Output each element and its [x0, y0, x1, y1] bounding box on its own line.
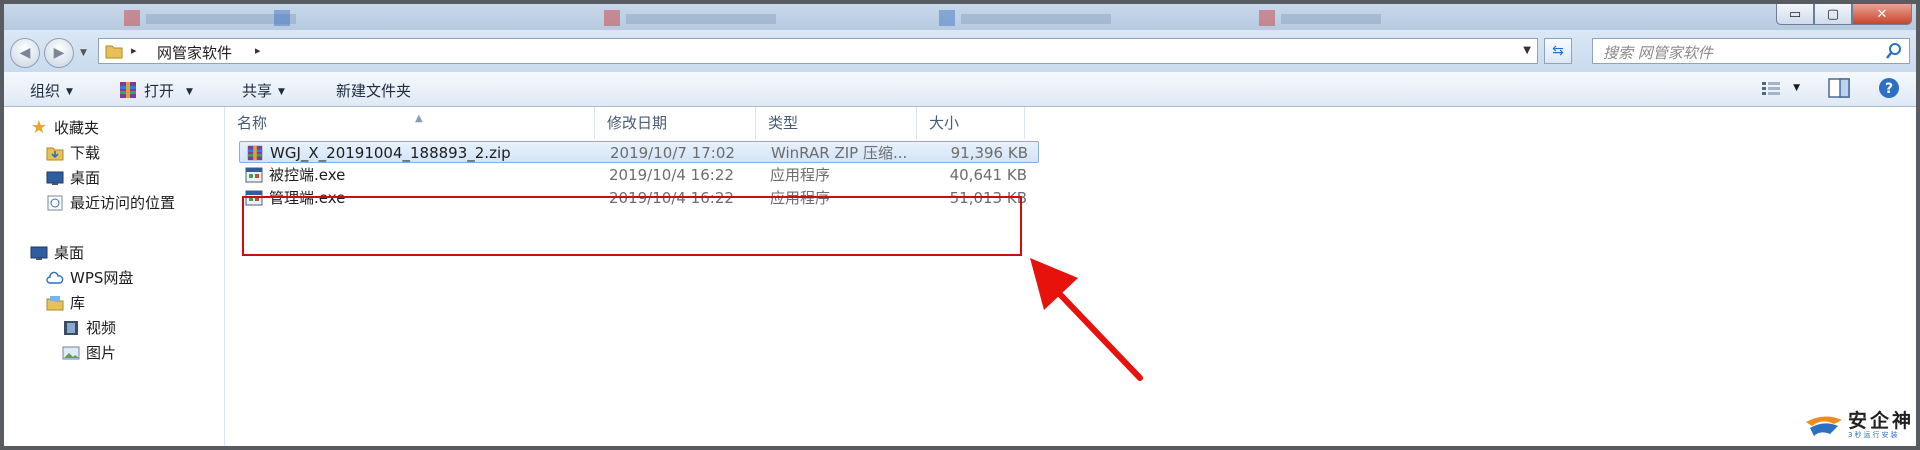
explorer-window: ▭ ▢ ✕ ◀ ▶ ▼ ▸ 网管家软件 ▸ ▼ ⇆ 搜索 网管家软件 组织 ▼ …: [4, 4, 1916, 446]
brand-tagline: 3秒运行安装: [1848, 431, 1900, 439]
brand-name: 安企神: [1848, 410, 1915, 432]
annotation-arrow: [1030, 258, 1143, 381]
watermark-logo: 安企神 3秒运行安装: [1804, 410, 1914, 440]
brand-logo-icon: [1806, 416, 1842, 436]
